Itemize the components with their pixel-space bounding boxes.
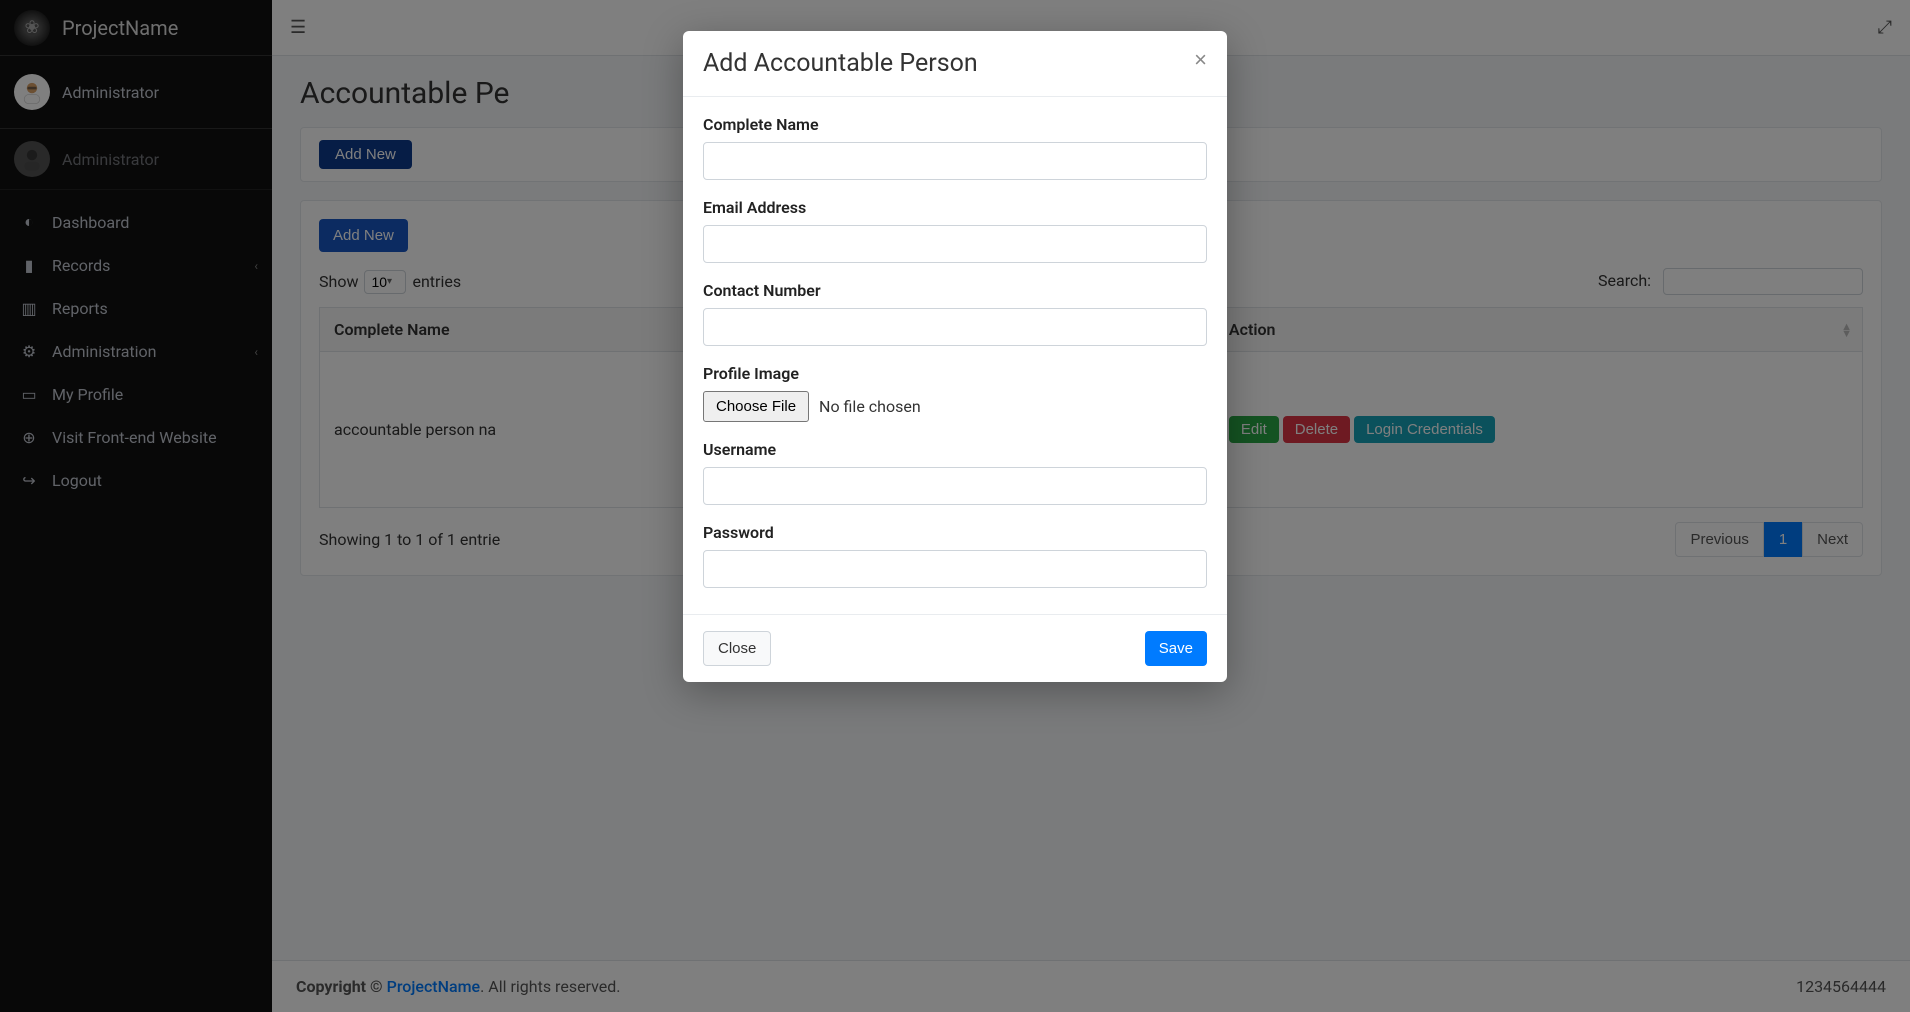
email-input[interactable]	[703, 225, 1207, 263]
add-accountable-person-modal: Add Accountable Person × Complete Name E…	[683, 31, 1227, 682]
label-password: Password	[703, 523, 1207, 542]
username-input[interactable]	[703, 467, 1207, 505]
contact-number-input[interactable]	[703, 308, 1207, 346]
file-status: No file chosen	[819, 397, 921, 416]
modal-footer: Close Save	[683, 614, 1227, 682]
label-email: Email Address	[703, 198, 1207, 217]
choose-file-button[interactable]: Choose File	[703, 391, 809, 422]
label-contact: Contact Number	[703, 281, 1207, 300]
label-complete-name: Complete Name	[703, 115, 1207, 134]
modal-header: Add Accountable Person ×	[683, 31, 1227, 97]
password-input[interactable]	[703, 550, 1207, 588]
modal-close-button[interactable]: ×	[1194, 49, 1207, 71]
modal-title: Add Accountable Person	[703, 49, 978, 78]
label-username: Username	[703, 440, 1207, 459]
close-button[interactable]: Close	[703, 631, 771, 666]
save-button[interactable]: Save	[1145, 631, 1207, 666]
modal-body: Complete Name Email Address Contact Numb…	[683, 97, 1227, 614]
complete-name-input[interactable]	[703, 142, 1207, 180]
label-profile-image: Profile Image	[703, 364, 1207, 383]
